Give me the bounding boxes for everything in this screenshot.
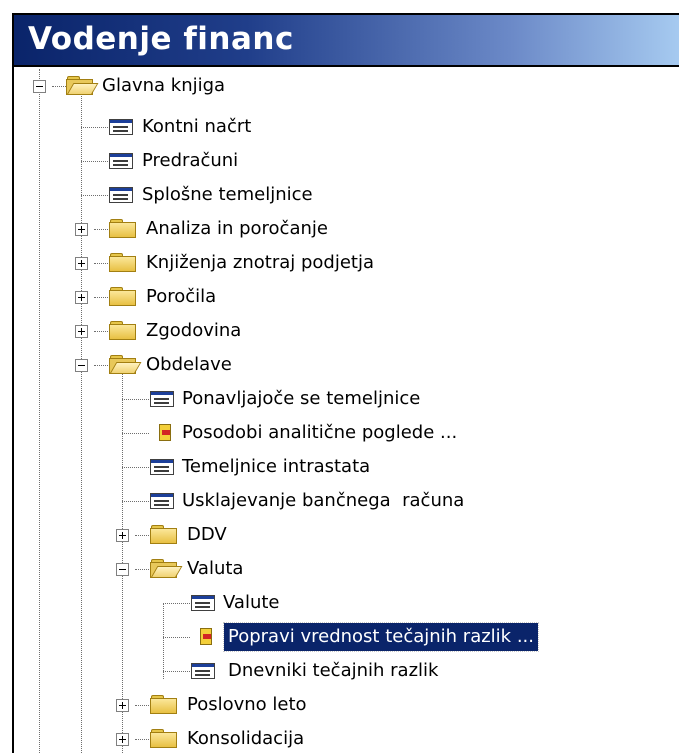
expand-icon[interactable] — [116, 733, 129, 746]
tree-item-posodobi-analiticne-poglede[interactable]: Posodobi analitične poglede ... — [14, 416, 534, 450]
tree-item-label: Valuta — [187, 558, 244, 579]
tree-item-label: Valute — [223, 592, 280, 613]
tree-item-kontni-nacrt[interactable]: Kontni načrt — [14, 110, 314, 144]
tree-item-valute[interactable]: Valute — [14, 586, 334, 620]
report-icon — [200, 628, 214, 646]
tree-item-knjizenja-znotraj-podjetja[interactable]: Knjiženja znotraj podjetja — [14, 246, 434, 280]
tree-item-label: Predračuni — [142, 150, 239, 171]
tree-item-label-selected: Popravi vrednost tečajnih razlik ... — [223, 622, 539, 652]
tree-item-label: Posodobi analitične poglede ... — [182, 422, 458, 443]
navigation-pane-window: Vodenje financ Glavna knjiga Kontni načr… — [12, 13, 679, 753]
tree-item-valuta[interactable]: Valuta — [14, 552, 314, 586]
collapse-icon[interactable] — [116, 563, 129, 576]
form-icon — [109, 187, 134, 204]
tree-item-popravi-vrednost-tecajnih-razlik[interactable]: Popravi vrednost tečajnih razlik ... — [14, 620, 614, 654]
tree-item-label: Knjiženja znotraj podjetja — [146, 252, 375, 273]
expand-icon[interactable] — [116, 699, 129, 712]
tree-item-label: Kontni načrt — [142, 116, 252, 137]
tree-item-splosne-temeljnice[interactable]: Splošne temeljnice — [14, 178, 314, 212]
tree-item-label: Analiza in poročanje — [146, 218, 328, 239]
tree-item-label: Zgodovina — [146, 320, 242, 341]
folder-icon — [109, 253, 137, 273]
folder-icon — [109, 219, 137, 239]
form-icon — [109, 119, 134, 136]
tree-item-label: Ponavljajoče se temeljnice — [182, 388, 421, 409]
folder-open-icon — [150, 559, 183, 579]
folder-icon — [150, 525, 178, 545]
tree-item-analiza-in-porocanje[interactable]: Analiza in poročanje — [14, 212, 374, 246]
form-icon — [109, 153, 134, 170]
folder-open-icon — [66, 76, 99, 96]
folder-icon — [109, 321, 137, 341]
tree-item-zgodovina[interactable]: Zgodovina — [14, 314, 314, 348]
tree-item-ddv[interactable]: DDV — [14, 518, 314, 552]
tree-item-label: Konsolidacija — [187, 728, 305, 749]
tree-item-konsolidacija[interactable]: Konsolidacija — [14, 722, 354, 753]
title-bar: Vodenje financ — [14, 15, 679, 67]
form-icon — [191, 663, 216, 680]
tree-item-label: Obdelave — [146, 354, 232, 375]
tree-item-ponavljajoce-se-temeljnice[interactable]: Ponavljajoče se temeljnice — [14, 382, 454, 416]
tree-item-label: Usklajevanje bančnega računa — [182, 490, 465, 511]
expand-icon[interactable] — [75, 257, 88, 270]
tree-item-label: Temeljnice intrastata — [182, 456, 371, 477]
tree-item-temeljnice-intrastata[interactable]: Temeljnice intrastata — [14, 450, 414, 484]
tree-item-glavna-knjiga[interactable]: Glavna knjiga — [14, 69, 314, 103]
form-icon — [191, 595, 216, 612]
tree-item-label: Poslovno leto — [187, 694, 307, 715]
expand-icon[interactable] — [75, 325, 88, 338]
form-icon — [150, 459, 175, 476]
expand-icon[interactable] — [116, 529, 129, 542]
tree-item-poslovno-leto[interactable]: Poslovno leto — [14, 688, 354, 722]
tree-item-predracuni[interactable]: Predračuni — [14, 144, 314, 178]
tree-item-label: Dnevniki tečajnih razlik — [228, 660, 439, 681]
tree-item-label: DDV — [187, 524, 227, 545]
tree-item-usklajevanje-bancnega-racuna[interactable]: Usklajevanje bančnega računa — [14, 484, 554, 518]
form-icon — [150, 493, 175, 510]
tree-item-label: Glavna knjiga — [102, 75, 226, 96]
window-title: Vodenje financ — [28, 21, 294, 57]
collapse-icon[interactable] — [75, 359, 88, 372]
tree-item-porocila[interactable]: Poročila — [14, 280, 314, 314]
tree-item-label: Splošne temeljnice — [142, 184, 313, 205]
folder-icon — [109, 287, 137, 307]
expand-icon[interactable] — [75, 223, 88, 236]
tree-item-obdelave[interactable]: Obdelave — [14, 348, 314, 382]
collapse-icon[interactable] — [33, 80, 46, 93]
folder-icon — [150, 729, 178, 749]
report-icon — [159, 424, 173, 442]
folder-icon — [150, 695, 178, 715]
folder-open-icon — [109, 355, 142, 375]
tree-item-label: Poročila — [146, 286, 217, 307]
tree-item-dnevniki-tecajnih-razlik[interactable]: Dnevniki tečajnih razlik — [14, 654, 514, 688]
navigation-tree: Glavna knjiga Kontni načrt Predračuni Sp… — [14, 69, 679, 753]
expand-icon[interactable] — [75, 291, 88, 304]
form-icon — [150, 391, 175, 408]
